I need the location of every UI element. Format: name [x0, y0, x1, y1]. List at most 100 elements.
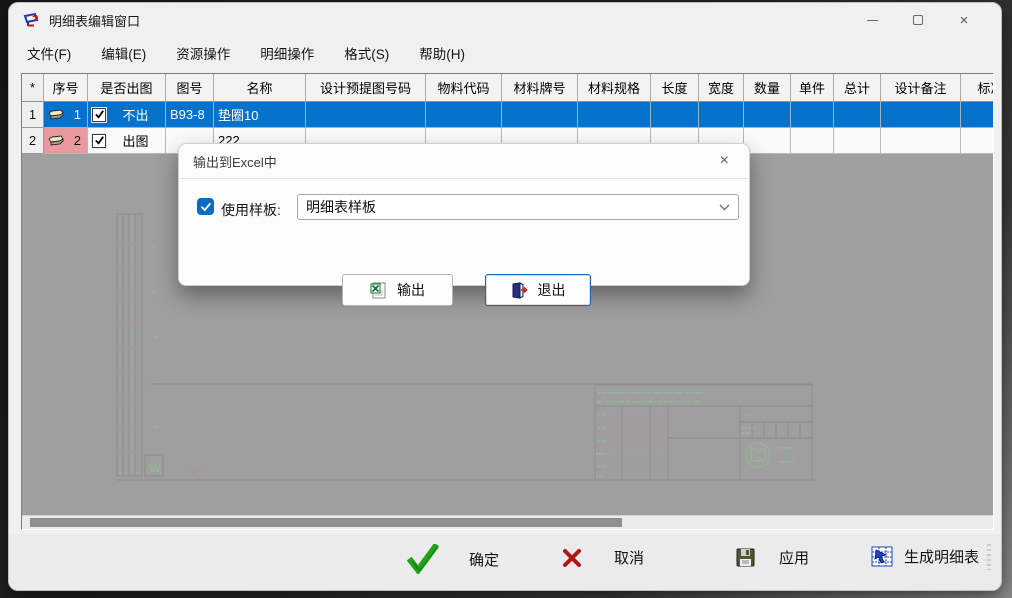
save-disk-icon — [736, 548, 755, 567]
column-header-14[interactable]: 设计备注 — [881, 74, 961, 102]
table-row: 1 1 不出B93-8垫圈10 — [22, 102, 993, 128]
menu-item-2[interactable]: 资源操作 — [164, 39, 242, 67]
generate-detail-table-button[interactable]: 生成明细表 — [871, 546, 979, 567]
ok-button[interactable]: 确定 — [407, 544, 499, 574]
exit-door-icon — [511, 282, 528, 299]
close-button[interactable]: × — [941, 3, 987, 37]
bottom-toolbar: 确定 取消 应用 — [9, 534, 1001, 590]
svg-text:▪▪: ▪▪ — [153, 424, 158, 431]
title-bar: 明细表编辑窗口 × — [9, 3, 1001, 37]
part-icon — [48, 109, 64, 120]
exit-button[interactable]: 退出 — [485, 274, 591, 306]
minimize-button[interactable] — [849, 3, 895, 37]
column-header-6[interactable]: 物料代码 — [426, 74, 502, 102]
apply-label: 应用 — [779, 547, 809, 568]
column-header-13[interactable]: 总计 — [834, 74, 881, 102]
maximize-button[interactable] — [895, 3, 941, 37]
column-header-4[interactable]: 名称 — [214, 74, 306, 102]
use-template-checkbox[interactable] — [197, 198, 214, 215]
toolbar-grip — [987, 544, 991, 570]
column-header-5[interactable]: 设计预提图号码 — [306, 74, 426, 102]
column-header-10[interactable]: 宽度 — [699, 74, 744, 102]
template-combobox[interactable]: 明细表样板 — [297, 194, 739, 220]
empty-cell[interactable] — [834, 102, 881, 128]
plot-label: 出图 — [106, 131, 165, 150]
row-header-1[interactable]: 1 — [22, 102, 44, 128]
menu-item-0[interactable]: 文件(F) — [15, 39, 83, 67]
ok-label: 确定 — [469, 549, 499, 570]
empty-cell[interactable] — [791, 102, 834, 128]
empty-cell[interactable] — [744, 128, 791, 154]
svg-text:▪▪▪▪: ▪▪▪▪ — [742, 430, 752, 437]
excel-icon — [370, 282, 387, 299]
empty-cell[interactable] — [791, 128, 834, 154]
column-header-9[interactable]: 长度 — [651, 74, 699, 102]
svg-text:▪ ▪: ▪ ▪ — [598, 463, 605, 470]
empty-cell[interactable] — [578, 102, 651, 128]
seq-cell[interactable]: 1 — [44, 102, 88, 128]
menu-item-5[interactable]: 帮助(H) — [407, 39, 477, 67]
exit-label: 退出 — [538, 280, 566, 300]
column-header-8[interactable]: 材料规格 — [578, 74, 651, 102]
svg-text:▪ ▪: ▪ ▪ — [598, 412, 605, 419]
svg-text:▪▪▪▪: ▪▪▪▪ — [596, 451, 606, 458]
dialog-close-button[interactable]: × — [714, 150, 735, 172]
empty-cell[interactable] — [502, 102, 578, 128]
plot-checkbox[interactable] — [92, 134, 106, 148]
svg-text:▪▪▪: ▪▪▪ — [596, 473, 604, 480]
empty-cell[interactable] — [834, 128, 881, 154]
name-cell[interactable]: 垫圈10 — [214, 102, 306, 128]
generate-table-icon — [871, 546, 893, 567]
svg-text:▪ ▪: ▪ ▪ — [598, 425, 605, 432]
seq-number: 1 — [74, 107, 81, 122]
check-icon — [407, 544, 439, 574]
dialog-title-bar: 输出到Excel中 × — [179, 144, 749, 179]
empty-cell[interactable] — [881, 128, 961, 154]
column-header-2[interactable]: 是否出图 — [88, 74, 166, 102]
horizontal-scrollbar-thumb[interactable] — [30, 518, 622, 527]
seq-number: 2 — [74, 133, 81, 148]
minimize-icon — [867, 20, 878, 21]
menu-item-1[interactable]: 编辑(E) — [89, 39, 158, 67]
cancel-button[interactable]: 取消 — [562, 547, 644, 568]
plot-cell[interactable]: 不出 — [88, 102, 166, 128]
column-header-15[interactable]: 标准 — [961, 74, 994, 102]
row-header-2[interactable]: 2 — [22, 128, 44, 154]
column-header-12[interactable]: 单件 — [791, 74, 834, 102]
empty-cell[interactable] — [961, 128, 994, 154]
seq-cell[interactable]: 2 — [44, 128, 88, 154]
plot-cell[interactable]: 出图 — [88, 128, 166, 154]
horizontal-scrollbar[interactable] — [22, 515, 993, 529]
export-button[interactable]: 输出 — [342, 274, 453, 306]
svg-text:▪: ▪ — [153, 379, 156, 386]
empty-cell[interactable] — [651, 102, 699, 128]
apply-button[interactable]: 应用 — [736, 547, 809, 568]
column-header-11[interactable]: 数量 — [744, 74, 791, 102]
grid-corner-header[interactable]: * — [22, 74, 44, 102]
column-header-3[interactable]: 图号 — [166, 74, 214, 102]
drawing-no-cell[interactable]: B93-8 — [166, 102, 214, 128]
empty-cell[interactable] — [306, 102, 426, 128]
plot-checkbox[interactable] — [92, 108, 106, 122]
empty-cell[interactable] — [699, 102, 744, 128]
empty-cell[interactable] — [744, 102, 791, 128]
column-header-7[interactable]: 材料牌号 — [502, 74, 578, 102]
svg-text:▪▪: ▪▪ — [153, 334, 158, 341]
svg-text:▪▪▪ ▪▪▪▪ ▪▪▪ ▪▪▪▪▪ ▪▪▪ ▪▪▪▪ ▪▪: ▪▪▪ ▪▪▪▪ ▪▪▪ ▪▪▪▪▪ ▪▪▪ ▪▪▪▪ ▪▪▪ ▪▪▪▪ ▪▪▪… — [598, 390, 703, 397]
column-header-1[interactable]: 序号 — [44, 74, 88, 102]
plot-label: 不出 — [106, 105, 165, 124]
part-icon — [48, 135, 64, 146]
empty-cell[interactable] — [881, 102, 961, 128]
svg-text:▪: ▪ — [153, 244, 156, 251]
svg-text:▪ ▪: ▪ ▪ — [598, 438, 605, 445]
close-icon: × — [960, 13, 969, 28]
export-to-excel-dialog: 输出到Excel中 × 使用样板: 明细表样板 输出 — [178, 143, 750, 286]
empty-cell[interactable] — [426, 102, 502, 128]
use-template-label: 使用样板: — [221, 200, 281, 220]
menu-item-4[interactable]: 格式(S) — [332, 39, 401, 67]
svg-text:▪▪▪▪▪▪: ▪▪▪▪▪▪ — [778, 445, 793, 452]
menu-item-3[interactable]: 明细操作 — [248, 39, 326, 67]
template-combobox-value: 明细表样板 — [306, 197, 376, 217]
empty-cell[interactable] — [961, 102, 994, 128]
generate-label: 生成明细表 — [904, 546, 979, 567]
